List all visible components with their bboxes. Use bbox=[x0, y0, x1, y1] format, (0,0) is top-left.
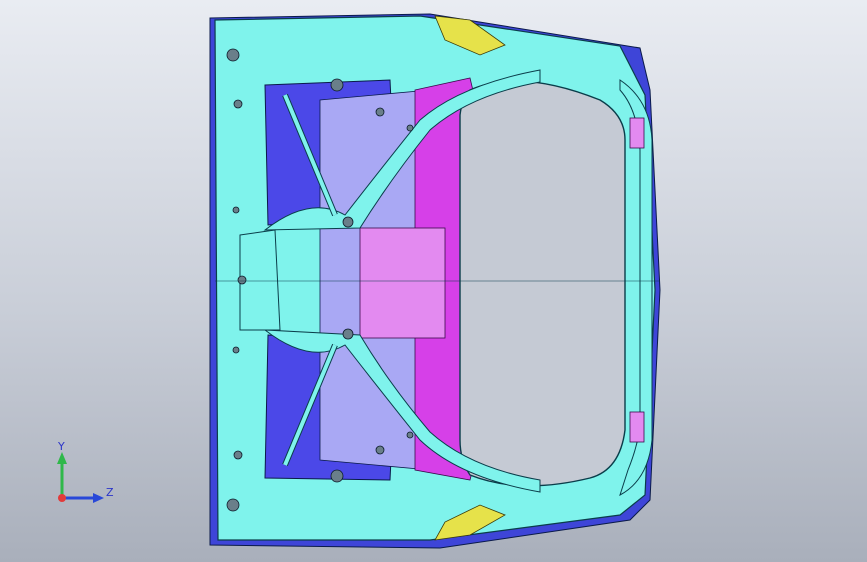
y-arrow-head bbox=[57, 452, 67, 464]
z-arrow-head bbox=[93, 493, 104, 503]
tailgate-model[interactable] bbox=[209, 13, 661, 549]
axis-triad: Y Z bbox=[57, 440, 114, 503]
latch-lower bbox=[629, 411, 645, 443]
3d-viewport[interactable] bbox=[0, 0, 867, 562]
x-axis-origin bbox=[58, 494, 66, 502]
latch-upper bbox=[629, 117, 645, 149]
y-axis-label: Y bbox=[57, 440, 65, 453]
window-opening bbox=[459, 80, 626, 487]
center-plate bbox=[359, 227, 446, 339]
z-axis-label: Z bbox=[106, 486, 114, 499]
